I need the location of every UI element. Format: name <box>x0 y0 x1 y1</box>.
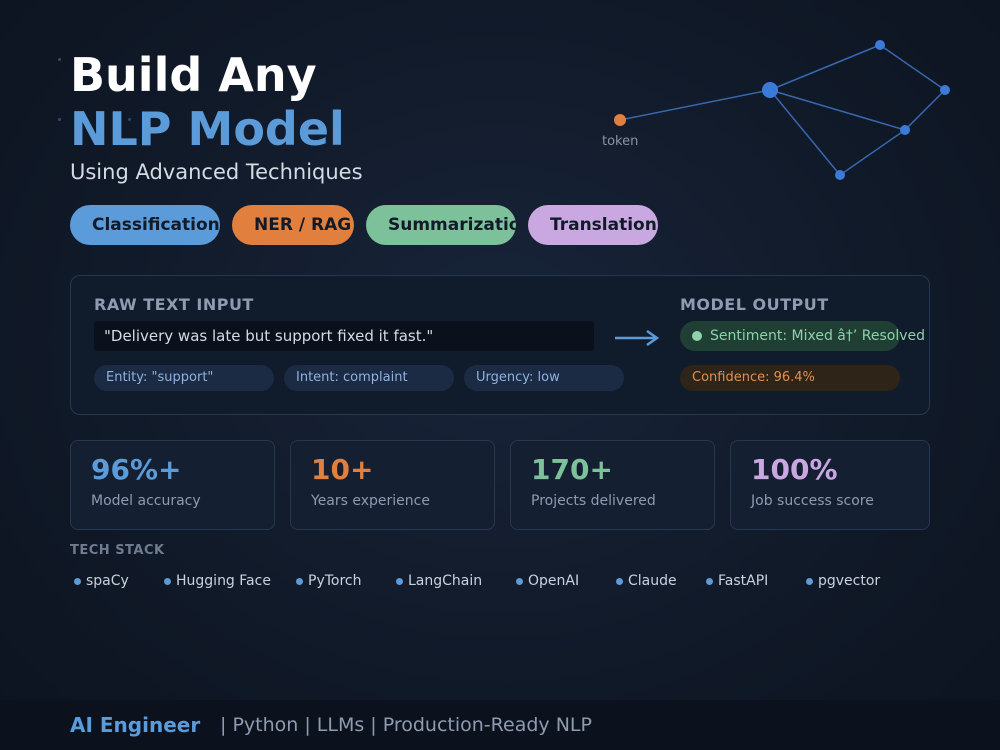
chip-intent: Intent: complaint <box>284 365 454 391</box>
graph-edge <box>904 89 946 131</box>
stat-card-accuracy: 96%+ Model accuracy <box>70 440 275 530</box>
bullet-icon <box>296 578 303 585</box>
tech-item: Claude <box>612 573 677 589</box>
hero-subtitle: Using Advanced Techniques <box>70 160 363 184</box>
tech-item-label: Claude <box>628 573 677 589</box>
tech-item-label: PyTorch <box>308 573 362 589</box>
tech-item: PyTorch <box>292 573 361 589</box>
graph-edge <box>879 44 946 91</box>
graph-token-label: token <box>602 134 638 149</box>
raw-text-input: "Delivery was late but support fixed it … <box>94 321 594 351</box>
tech-item-label: OpenAI <box>528 573 580 589</box>
bullet-icon <box>516 578 523 585</box>
tech-item-label: FastAPI <box>718 573 769 589</box>
stat-label: Model accuracy <box>91 493 201 509</box>
graph-node <box>940 85 950 95</box>
tech-item: pgvector <box>802 573 880 589</box>
hero-title-line1: Build Any <box>70 48 317 102</box>
stat-label: Years experience <box>311 493 430 509</box>
graph-edge <box>769 89 841 176</box>
graph-node <box>835 170 845 180</box>
pill-classification: Classification <box>70 205 220 245</box>
bullet-icon <box>706 578 713 585</box>
stat-value: 96%+ <box>91 453 182 486</box>
raw-text-input-label: RAW TEXT INPUT <box>94 295 254 314</box>
stat-value: 100% <box>751 453 838 486</box>
pill-ner-rag: NER / RAG <box>232 205 354 245</box>
hero-title-line2: NLP Model <box>70 102 345 156</box>
stat-value: 170+ <box>531 453 613 486</box>
stat-card-experience: 10+ Years experience <box>290 440 495 530</box>
tech-item-label: pgvector <box>818 573 881 589</box>
tech-item-label: LangChain <box>408 573 483 589</box>
chip-urgency: Urgency: low <box>464 365 624 391</box>
bullet-icon <box>164 578 171 585</box>
confidence-output-badge: Confidence: 96.4% <box>680 365 900 391</box>
footer-bar: AI Engineer | Python | LLMs | Production… <box>0 700 1000 750</box>
stat-label: Job success score <box>751 493 874 509</box>
pill-summarization: Summarization <box>366 205 516 245</box>
decor-dot <box>58 118 61 121</box>
bullet-icon <box>74 578 81 585</box>
pill-translation: Translation <box>528 205 658 245</box>
tech-item-label: spaCy <box>86 573 129 589</box>
graph-edge <box>769 89 906 131</box>
chip-entity: Entity: "support" <box>94 365 274 391</box>
stat-card-job-success: 100% Job success score <box>730 440 930 530</box>
decor-dot <box>58 58 61 61</box>
tech-item-label: Hugging Face <box>176 573 271 589</box>
bullet-icon <box>616 578 623 585</box>
tech-item: OpenAI <box>512 573 579 589</box>
bullet-icon <box>806 578 813 585</box>
graph-node-hub <box>762 82 778 98</box>
graph-node-token <box>614 114 626 126</box>
model-output-label: MODEL OUTPUT <box>680 295 829 314</box>
tech-item: spaCy <box>70 573 129 589</box>
graph-node <box>875 40 885 50</box>
stat-label: Projects delivered <box>531 493 656 509</box>
footer-tagline: | Python | LLMs | Production-Ready NLP <box>220 714 592 736</box>
graph-edge <box>839 129 906 176</box>
stat-value: 10+ <box>311 453 374 486</box>
tech-stack-title: TECH STACK <box>70 543 165 558</box>
graph-node <box>900 125 910 135</box>
tech-item: FastAPI <box>702 573 768 589</box>
graph-edge <box>619 89 771 121</box>
tech-item: LangChain <box>392 573 482 589</box>
graph-edge <box>769 44 881 91</box>
sentiment-output-badge: Sentiment: Mixed â†’ Resolved <box>680 321 925 351</box>
network-graph-illustration: token <box>602 40 950 180</box>
bullet-icon <box>396 578 403 585</box>
tech-item: Hugging Face <box>160 573 271 589</box>
footer-brand: AI Engineer <box>70 713 201 737</box>
stat-card-projects: 170+ Projects delivered <box>510 440 715 530</box>
arrow-right-icon <box>615 329 660 347</box>
